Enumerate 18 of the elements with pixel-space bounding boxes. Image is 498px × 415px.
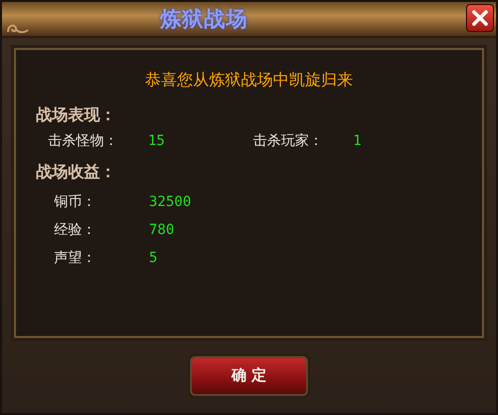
confirm-button[interactable]: 确 定 [190, 356, 308, 396]
stat-value: 15 [148, 133, 166, 149]
stat-value: 1 [353, 133, 362, 149]
stat-label: 声望： [54, 249, 97, 267]
close-icon [471, 9, 489, 27]
close-button[interactable] [466, 4, 494, 32]
window-title: 炼狱战场 [160, 6, 248, 33]
stat-value: 32500 [149, 194, 192, 210]
stat-value: 5 [149, 250, 158, 266]
stat-label: 击杀玩家： [253, 132, 324, 150]
stat-label: 经验： [54, 221, 97, 239]
stat-value: 780 [149, 222, 176, 238]
message: 恭喜您从炼狱战场中凯旋归来 [145, 70, 353, 91]
stat-label: 铜币： [54, 193, 97, 211]
section-title: 战场收益： [36, 162, 117, 183]
scroll-ornament-icon [6, 22, 30, 34]
stat-label: 击杀怪物： [48, 132, 119, 150]
section-title: 战场表现： [36, 105, 117, 126]
